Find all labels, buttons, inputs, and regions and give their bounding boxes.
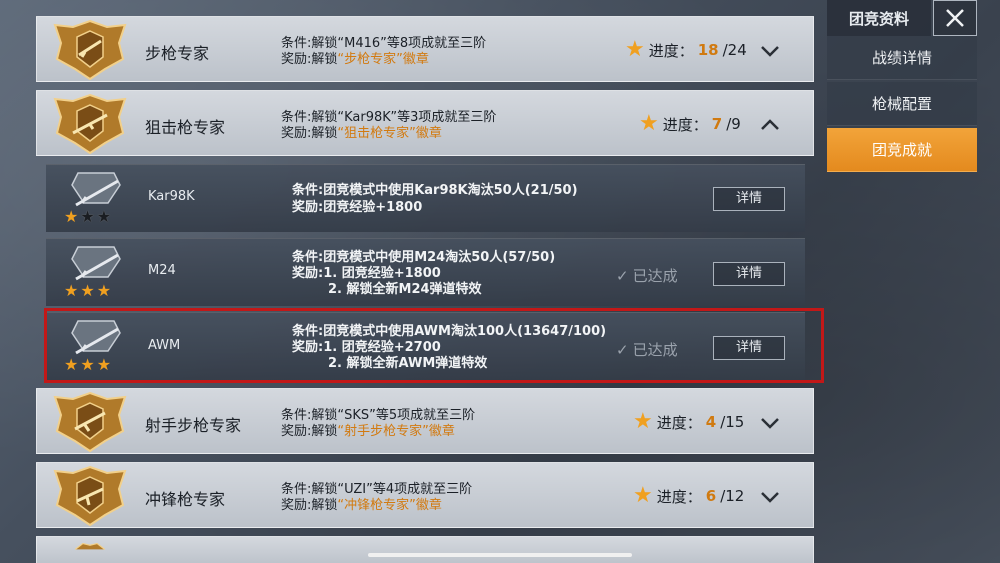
next-medal-icon — [74, 542, 106, 550]
chevron-down-icon[interactable] — [759, 44, 781, 58]
nav-item-weapons[interactable]: 枪械配置 — [827, 82, 977, 126]
star-icon: ★ — [633, 483, 653, 508]
star-icon: ★ — [64, 281, 79, 300]
star-rating: ★ ★ ★ — [64, 355, 111, 374]
detail-button[interactable]: 详情 — [713, 187, 785, 211]
progress-label: 进度： — [656, 413, 702, 432]
star-icon: ★ — [64, 355, 79, 374]
check-icon: ✓ — [616, 266, 629, 285]
sub-item-m24: ★ ★ ★ M24 条件:团竞模式中使用M24淘汰50人(57/50) 奖励:1. … — [46, 238, 805, 306]
close-icon — [946, 9, 964, 27]
sub-reward-2: 2. 解锁全新AWM弹道特效 — [328, 356, 488, 371]
category-reward: 奖励:解锁“步枪专家”徽章 — [281, 52, 429, 68]
sub-reward: 奖励:1. 团竞经验+2700 — [292, 340, 441, 355]
category-progress: ★ 进度： 7 /9 — [639, 113, 741, 135]
chevron-down-icon[interactable] — [759, 416, 781, 430]
weapon-name: AWM — [148, 338, 181, 353]
progress-total: /12 — [720, 487, 745, 505]
chevron-up-icon[interactable] — [759, 118, 781, 132]
category-name: 狙击枪专家 — [145, 118, 226, 137]
star-rating: ★ ★ ★ — [64, 281, 111, 300]
category-condition: 条件:解锁“Kar98K”等3项成就至三阶 — [281, 110, 497, 125]
reward-prefix: 奖励:解锁 — [281, 126, 338, 141]
star-icon: ★ — [96, 281, 112, 300]
progress-value: 7 — [711, 115, 723, 133]
rifle-medal-icon — [53, 19, 127, 81]
progress-value: 18 — [697, 41, 719, 59]
star-icon: ★ — [633, 409, 653, 434]
achieved-status: ✓ 已达成 — [616, 339, 678, 360]
category-row-smg[interactable]: 冲锋枪专家 条件:解锁“UZI”等4项成就至三阶 奖励:解锁“冲锋枪专家”徽章 … — [36, 462, 814, 528]
sub-item-kar98k: ★ ★ ★ Kar98K 条件:团竞模式中使用Kar98K淘汰50人(21/50) … — [46, 164, 805, 232]
sub-condition: 条件:团竞模式中使用M24淘汰50人(57/50) — [292, 250, 556, 265]
nav-item-stats[interactable]: 战绩详情 — [827, 36, 977, 80]
category-name: 步枪专家 — [145, 44, 210, 63]
dmr-medal-icon — [53, 391, 127, 453]
category-row-rifle[interactable]: 步枪专家 条件:解锁“M416”等8项成就至三阶 奖励:解锁“步枪专家”徽章 ★… — [36, 16, 814, 82]
achieved-status: ✓ 已达成 — [616, 265, 678, 286]
reward-prefix: 奖励:解锁 — [281, 52, 338, 67]
reward-prefix: 奖励:解锁 — [281, 424, 338, 439]
category-name: 射手步枪专家 — [145, 416, 242, 435]
category-row-dmr[interactable]: 射手步枪专家 条件:解锁“SKS”等5项成就至三阶 奖励:解锁“射手步枪专家”徽… — [36, 388, 814, 454]
panel-title: 团竞资料 — [827, 0, 931, 36]
sub-condition: 条件:团竞模式中使用AWM淘汰100人(13647/100) — [292, 324, 607, 339]
progress-value: 4 — [705, 413, 717, 431]
nav-item-achievements[interactable]: 团竞成就 — [827, 128, 977, 172]
home-indicator[interactable] — [368, 553, 632, 557]
check-icon: ✓ — [616, 340, 629, 359]
right-panel: 团竞资料 战绩详情 枪械配置 团竞成就 — [827, 0, 1000, 563]
star-icon: ★ — [639, 111, 659, 136]
category-row-next[interactable] — [36, 536, 814, 563]
achievement-list[interactable]: 步枪专家 条件:解锁“M416”等8项成就至三阶 奖励:解锁“步枪专家”徽章 ★… — [36, 0, 814, 563]
star-icon: ★ — [80, 207, 95, 226]
smg-medal-icon — [53, 465, 127, 527]
star-icon: ★ — [96, 355, 112, 374]
progress-total: /15 — [720, 413, 745, 431]
achieved-label: 已达成 — [632, 341, 678, 359]
star-icon: ★ — [80, 355, 95, 374]
chevron-down-icon[interactable] — [759, 490, 781, 504]
star-icon: ★ — [80, 281, 95, 300]
close-button[interactable] — [933, 0, 977, 36]
progress-value: 6 — [705, 487, 717, 505]
reward-prefix: 奖励:解锁 — [281, 498, 338, 513]
sub-reward-2: 2. 解锁全新M24弹道特效 — [328, 282, 482, 297]
sub-reward: 奖励:团竞经验+1800 — [292, 200, 423, 215]
category-reward: 奖励:解锁“冲锋枪专家”徽章 — [281, 498, 442, 514]
progress-total: /24 — [722, 41, 747, 59]
detail-button[interactable]: 详情 — [713, 262, 785, 286]
star-icon: ★ — [96, 207, 112, 226]
sub-condition: 条件:团竞模式中使用Kar98K淘汰50人(21/50) — [292, 183, 578, 198]
category-row-sniper[interactable]: 狙击枪专家 条件:解锁“Kar98K”等3项成就至三阶 奖励:解锁“狙击枪专家”… — [36, 90, 814, 156]
category-reward: 奖励:解锁“射手步枪专家”徽章 — [281, 424, 455, 440]
progress-label: 进度： — [648, 41, 694, 60]
achieved-label: 已达成 — [632, 267, 678, 285]
category-progress: ★ 进度： 6 /12 — [633, 485, 744, 507]
progress-label: 进度： — [656, 487, 702, 506]
detail-button[interactable]: 详情 — [713, 336, 785, 360]
category-progress: ★ 进度： 4 /15 — [633, 411, 744, 433]
sub-item-awm: ★ ★ ★ AWM 条件:团竞模式中使用AWM淘汰100人(13647/100) 奖… — [46, 312, 805, 380]
reward-badge-name: “步枪专家”徽章 — [337, 52, 429, 67]
sub-reward: 奖励:1. 团竞经验+1800 — [292, 266, 441, 281]
category-name: 冲锋枪专家 — [145, 490, 226, 509]
progress-label: 进度： — [662, 115, 708, 134]
reward-badge-name: “射手步枪专家”徽章 — [337, 424, 455, 439]
progress-total: /9 — [726, 115, 741, 133]
star-icon: ★ — [625, 37, 645, 62]
weapon-name: Kar98K — [148, 189, 195, 204]
category-progress: ★ 进度： 18 /24 — [625, 39, 747, 61]
sniper-medal-icon — [53, 93, 127, 155]
weapon-name: M24 — [148, 263, 176, 278]
category-reward: 奖励:解锁“狙击枪专家”徽章 — [281, 126, 442, 142]
category-condition: 条件:解锁“SKS”等5项成就至三阶 — [281, 408, 476, 423]
star-rating: ★ ★ ★ — [64, 207, 111, 226]
category-condition: 条件:解锁“UZI”等4项成就至三阶 — [281, 482, 473, 497]
reward-badge-name: “冲锋枪专家”徽章 — [337, 498, 442, 513]
star-icon: ★ — [64, 207, 79, 226]
panel-header: 团竞资料 — [827, 0, 1000, 36]
reward-badge-name: “狙击枪专家”徽章 — [337, 126, 442, 141]
category-condition: 条件:解锁“M416”等8项成就至三阶 — [281, 36, 487, 51]
